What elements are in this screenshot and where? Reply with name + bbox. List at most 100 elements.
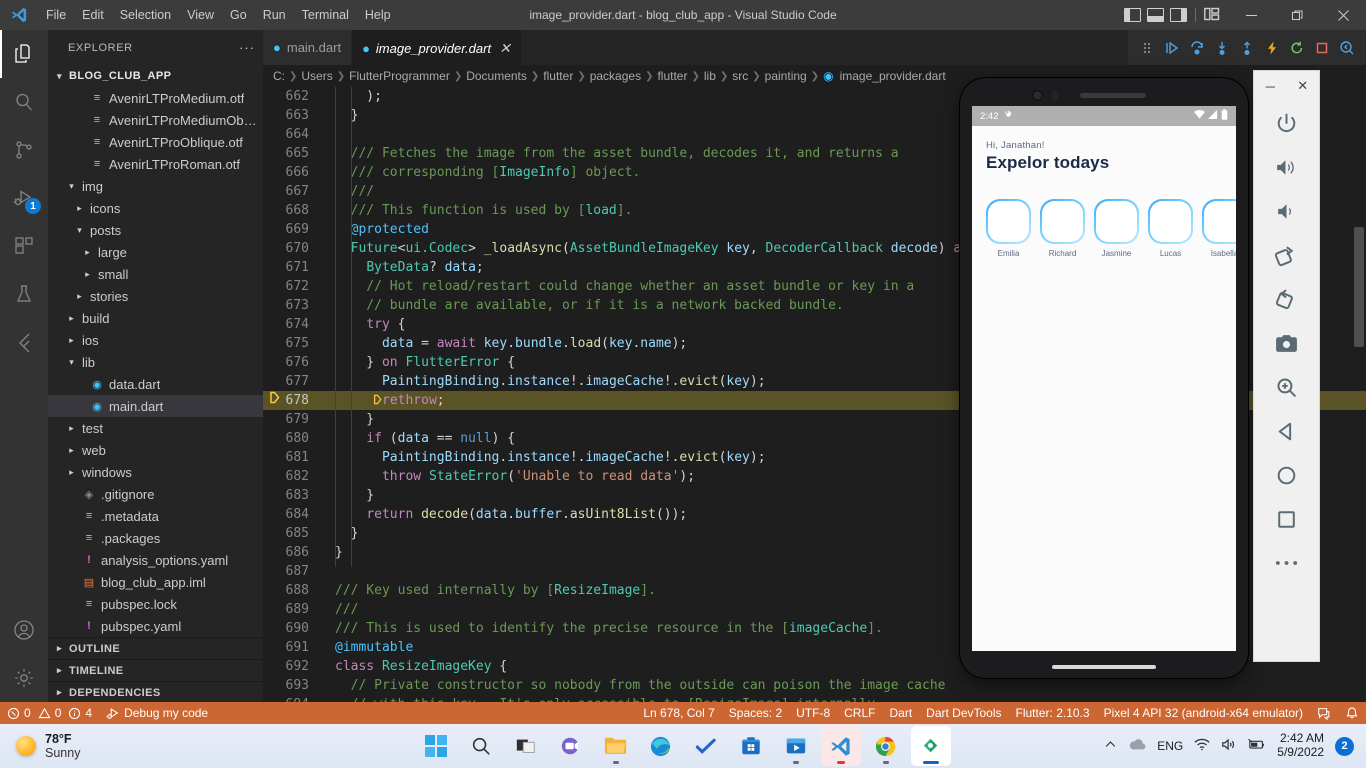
breadcrumb-item[interactable]: lib bbox=[704, 69, 716, 83]
tree-item[interactable]: ▤ blog_club_app.iml bbox=[48, 571, 263, 593]
file-explorer-button[interactable] bbox=[596, 726, 636, 766]
back-icon[interactable] bbox=[1254, 409, 1319, 453]
hot-reload-icon[interactable] bbox=[1261, 37, 1283, 59]
tree-item[interactable]: ≡ .packages bbox=[48, 527, 263, 549]
breadcrumb-item[interactable]: src bbox=[732, 69, 748, 83]
explorer-more-icon[interactable]: ··· bbox=[239, 40, 255, 55]
teams-button[interactable] bbox=[551, 726, 591, 766]
menu-selection[interactable]: Selection bbox=[112, 0, 179, 30]
tree-item[interactable]: ! pubspec.yaml bbox=[48, 615, 263, 637]
tab-main-dart[interactable]: ● main.dart bbox=[263, 30, 353, 65]
chrome-button[interactable] bbox=[866, 726, 906, 766]
tree-item[interactable]: ▾ img bbox=[48, 175, 263, 197]
breadcrumb-item[interactable]: image_provider.dart bbox=[840, 69, 946, 83]
tab-image-provider-dart[interactable]: ● image_provider.dart ✕ bbox=[352, 30, 522, 65]
tree-item[interactable]: ▸ icons bbox=[48, 197, 263, 219]
sidebar-section-outline[interactable]: ▸ OUTLINE bbox=[48, 637, 263, 659]
code-line[interactable]: 694 // with this key. It's only accessib… bbox=[263, 695, 1366, 702]
status-dart-devtools[interactable]: Dart DevTools bbox=[919, 702, 1008, 724]
tree-item[interactable]: ▸ build bbox=[48, 307, 263, 329]
status-notifications-icon[interactable] bbox=[1338, 702, 1366, 724]
toggle-secondary-sidebar-icon[interactable] bbox=[1170, 8, 1187, 22]
menu-edit[interactable]: Edit bbox=[74, 0, 112, 30]
tree-item[interactable]: ▸ large bbox=[48, 241, 263, 263]
scrollbar-thumb[interactable] bbox=[1354, 227, 1364, 347]
status-debug-launch[interactable]: Debug my code bbox=[99, 702, 215, 724]
status-encoding[interactable]: UTF-8 bbox=[789, 702, 837, 724]
toggle-primary-sidebar-icon[interactable] bbox=[1124, 8, 1141, 22]
debug-stop-icon[interactable] bbox=[1311, 37, 1333, 59]
microsoft-store-button[interactable] bbox=[731, 726, 771, 766]
debug-step-into-icon[interactable] bbox=[1211, 37, 1233, 59]
drag-handle-icon[interactable] bbox=[1136, 37, 1158, 59]
emulator-close-button[interactable]: ✕ bbox=[1290, 75, 1316, 97]
sidebar-item-extensions[interactable] bbox=[0, 222, 48, 270]
window-close-button[interactable] bbox=[1320, 0, 1366, 30]
settings-gear-icon[interactable] bbox=[0, 654, 48, 702]
menu-view[interactable]: View bbox=[179, 0, 222, 30]
emulator-minimize-button[interactable]: ─ bbox=[1257, 75, 1283, 97]
task-view-button[interactable] bbox=[506, 726, 546, 766]
breadcrumb-item[interactable]: packages bbox=[590, 69, 641, 83]
status-flutter-version[interactable]: Flutter: 2.10.3 bbox=[1009, 702, 1097, 724]
story-item[interactable]: Richard bbox=[1040, 199, 1085, 258]
status-language-mode[interactable]: Dart bbox=[882, 702, 919, 724]
breadcrumb-item[interactable]: Documents bbox=[466, 69, 527, 83]
tree-item[interactable]: ◉ main.dart bbox=[48, 395, 263, 417]
tree-item[interactable]: ▾ lib bbox=[48, 351, 263, 373]
search-button[interactable] bbox=[461, 726, 501, 766]
overview-icon[interactable] bbox=[1254, 497, 1319, 541]
debug-toolbar[interactable] bbox=[1128, 30, 1366, 65]
debug-step-over-icon[interactable] bbox=[1186, 37, 1208, 59]
tree-item[interactable]: ▾ posts bbox=[48, 219, 263, 241]
tree-item[interactable]: ▸ test bbox=[48, 417, 263, 439]
tree-item[interactable]: ! analysis_options.yaml bbox=[48, 549, 263, 571]
tree-item[interactable]: ▸ stories bbox=[48, 285, 263, 307]
debug-restart-icon[interactable] bbox=[1286, 37, 1308, 59]
volume-down-icon[interactable] bbox=[1254, 189, 1319, 233]
todo-button[interactable] bbox=[686, 726, 726, 766]
story-item[interactable]: Emilia bbox=[986, 199, 1031, 258]
phone-screen[interactable]: 2:42 Hi, Janathan! Expelor todays Emilia… bbox=[972, 106, 1236, 651]
menu-go[interactable]: Go bbox=[222, 0, 255, 30]
close-icon[interactable]: ✕ bbox=[499, 40, 511, 57]
breadcrumb-item[interactable]: Users bbox=[301, 69, 332, 83]
status-cursor-position[interactable]: Ln 678, Col 7 bbox=[636, 702, 721, 724]
breadcrumb-item[interactable]: FlutterProgrammer bbox=[349, 69, 450, 83]
sidebar-section-timeline[interactable]: ▸ TIMELINE bbox=[48, 659, 263, 681]
tree-item[interactable]: ◈ .gitignore bbox=[48, 483, 263, 505]
file-tree[interactable]: ≡ AvenirLTProMedium.otf ≡ AvenirLTProMedium… bbox=[48, 87, 263, 637]
tree-item[interactable]: ≡ pubspec.lock bbox=[48, 593, 263, 615]
editor-scrollbar[interactable] bbox=[1352, 87, 1366, 702]
vscode-button[interactable] bbox=[820, 726, 861, 766]
menu-file[interactable]: File bbox=[38, 0, 74, 30]
breadcrumb-item[interactable]: C: bbox=[273, 69, 285, 83]
story-item[interactable]: Lucas bbox=[1148, 199, 1193, 258]
debug-current-line-marker-icon[interactable] bbox=[263, 391, 285, 410]
edge-button[interactable] bbox=[641, 726, 681, 766]
tree-item[interactable]: ≡ .metadata bbox=[48, 505, 263, 527]
tree-item[interactable]: ≡ AvenirLTProRoman.otf bbox=[48, 153, 263, 175]
home-icon[interactable] bbox=[1254, 453, 1319, 497]
tree-item[interactable]: ▸ web bbox=[48, 439, 263, 461]
android-emulator-button[interactable] bbox=[910, 726, 951, 766]
status-eol[interactable]: CRLF bbox=[837, 702, 882, 724]
debug-continue-icon[interactable] bbox=[1161, 37, 1183, 59]
more-icon[interactable] bbox=[1254, 541, 1319, 585]
breadcrumb-item[interactable]: painting bbox=[765, 69, 807, 83]
power-icon[interactable] bbox=[1254, 101, 1319, 145]
tree-item[interactable]: ≡ AvenirLTProMediumObliqu... bbox=[48, 109, 263, 131]
menu-terminal[interactable]: Terminal bbox=[294, 0, 357, 30]
media-player-button[interactable] bbox=[776, 726, 816, 766]
sidebar-item-testing[interactable] bbox=[0, 270, 48, 318]
breadcrumb-item[interactable]: flutter bbox=[657, 69, 687, 83]
story-item[interactable]: Isabella bbox=[1202, 199, 1236, 258]
status-device[interactable]: Pixel 4 API 32 (android-x64 emulator) bbox=[1097, 702, 1310, 724]
zoom-icon[interactable] bbox=[1254, 365, 1319, 409]
start-button[interactable] bbox=[416, 726, 456, 766]
window-restore-button[interactable] bbox=[1274, 0, 1320, 30]
menu-run[interactable]: Run bbox=[255, 0, 294, 30]
menu-bar[interactable]: File Edit Selection View Go Run Terminal… bbox=[38, 0, 399, 30]
sidebar-section-dependencies[interactable]: ▸ DEPENDENCIES bbox=[48, 681, 263, 702]
tree-item[interactable]: ◉ data.dart bbox=[48, 373, 263, 395]
